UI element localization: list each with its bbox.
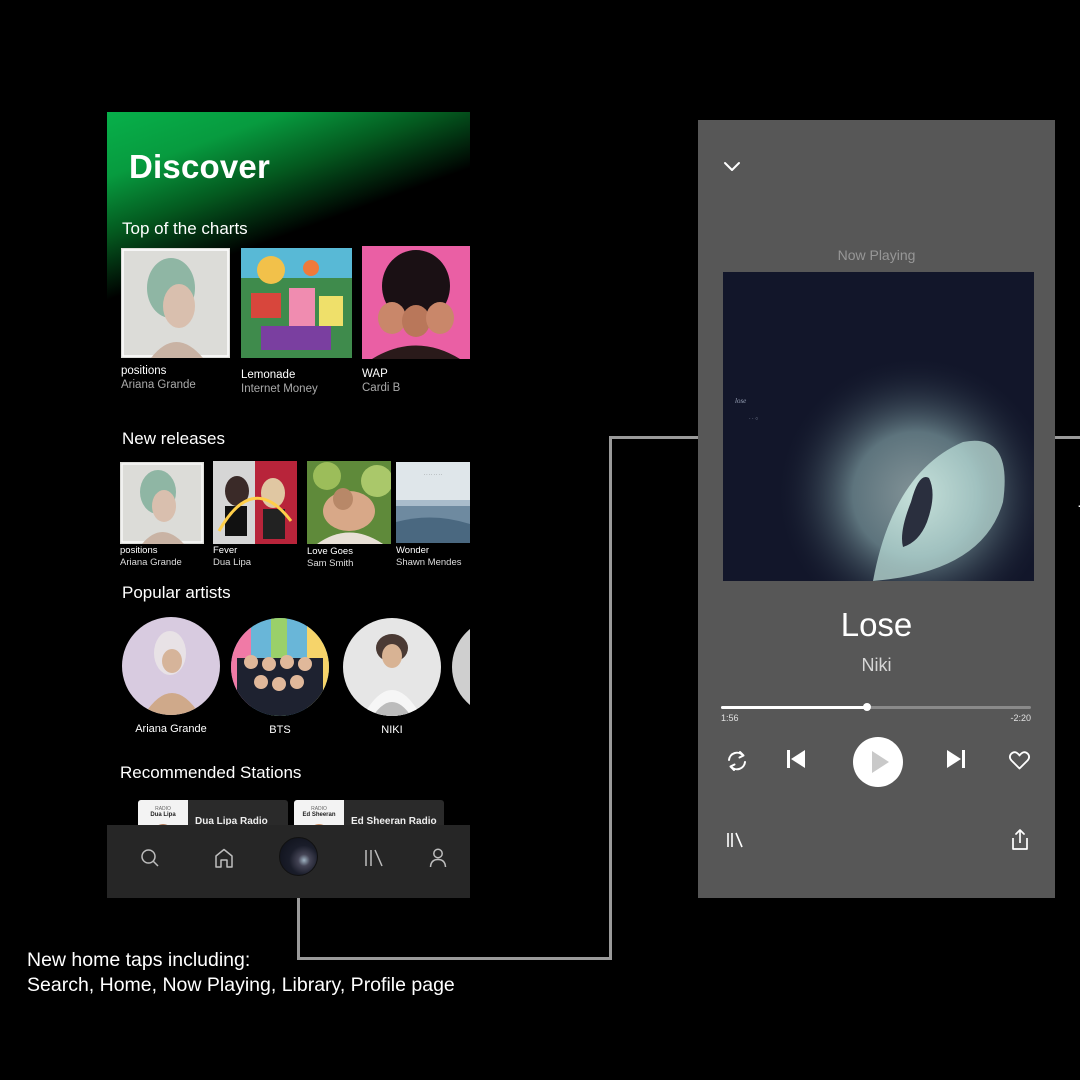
svg-text:· · ○: · · ○: [749, 416, 758, 422]
album-cover-fever[interactable]: [213, 461, 297, 544]
artist-name: T: [441, 724, 470, 736]
album-cover-love-goes[interactable]: [307, 461, 391, 544]
home-icon[interactable]: [211, 845, 237, 871]
elapsed-time: 1:56: [721, 713, 739, 723]
album-artist: Internet Money: [241, 383, 318, 395]
svg-text:· · · · · · · ·: · · · · · · · ·: [424, 472, 442, 477]
album-title: positions: [121, 365, 167, 377]
album-title: Wonder: [396, 545, 430, 556]
artist-avatar-niki[interactable]: [343, 618, 441, 716]
album-artist: Cardi B: [362, 382, 401, 394]
library-icon[interactable]: [361, 845, 387, 871]
remaining-time: -2:20: [1010, 713, 1031, 723]
artist-name: BTS: [269, 724, 291, 736]
album-cover-positions[interactable]: [121, 248, 230, 358]
artist-avatar-bts[interactable]: [231, 618, 329, 716]
album-cover-wonder[interactable]: · · · · · · · ·: [396, 462, 470, 543]
track-artist: Niki: [861, 655, 892, 675]
artist-avatar-ariana-grande[interactable]: [122, 617, 220, 715]
artist-avatar-partial[interactable]: [452, 618, 470, 716]
album-title: WAP: [362, 368, 388, 380]
section-title-popular-artists: Popular artists: [122, 583, 231, 602]
connector-line: [609, 436, 698, 439]
track-title: Lose: [840, 606, 913, 643]
profile-icon[interactable]: [425, 845, 451, 871]
station-thumb-label: Dua Lipa: [150, 812, 176, 818]
album-artist: Ariana Grande: [120, 557, 182, 568]
album-title: Fever: [213, 545, 238, 556]
album-title: Love Goes: [307, 546, 353, 557]
share-icon[interactable]: [1008, 827, 1032, 853]
now-playing-caption: Now Playing: [837, 247, 916, 263]
section-title-recommended-stations: Recommended Stations: [120, 763, 302, 782]
bottom-tab-bar: [107, 825, 470, 898]
library-icon[interactable]: [723, 827, 749, 853]
now-playing-screen: Now Playing lose · · ○ Lose Niki 1:56 -2…: [698, 120, 1055, 898]
now-playing-tab-thumbnail[interactable]: [279, 837, 318, 876]
chevron-down-icon[interactable]: [720, 155, 744, 179]
connector-line: [1055, 436, 1080, 439]
annotation-line: New home taps including:: [27, 949, 251, 971]
section-title-top-charts: Top of the charts: [122, 219, 248, 238]
play-button[interactable]: [853, 737, 903, 787]
section-title-new-releases: New releases: [122, 429, 225, 448]
album-title: Lemonade: [241, 369, 296, 381]
album-art: lose · · ○: [723, 272, 1034, 581]
skip-next-icon[interactable]: [944, 747, 968, 771]
play-icon: [872, 751, 889, 773]
artist-name: NIKI: [381, 724, 403, 736]
skip-previous-icon[interactable]: [784, 747, 808, 771]
album-artist: Ariana Grande: [121, 379, 196, 391]
page-title: Discover: [129, 148, 271, 185]
album-artist: Dua Lipa: [213, 557, 252, 568]
station-thumb-label: Ed Sheeran: [302, 812, 336, 818]
heart-icon[interactable]: [1007, 748, 1032, 772]
album-artist: Sam Smith: [307, 558, 354, 569]
search-icon[interactable]: [137, 845, 163, 871]
progress-fill: [721, 706, 867, 709]
album-artist: Shawn Mendes: [396, 557, 462, 568]
connector-line: [609, 436, 612, 960]
album-cover-lemonade[interactable]: [241, 248, 352, 358]
progress-bar[interactable]: [721, 703, 1031, 711]
album-art-text: lose: [735, 397, 746, 405]
artist-name: Ariana Grande: [135, 723, 207, 735]
annotation-text: New home taps including: Search, Home, N…: [27, 948, 455, 998]
progress-scrubber[interactable]: [862, 703, 871, 711]
repeat-icon[interactable]: [724, 748, 750, 774]
album-cover-wap[interactable]: [362, 246, 470, 359]
album-cover-positions[interactable]: [120, 462, 204, 544]
annotation-line: Search, Home, Now Playing, Library, Prof…: [27, 974, 455, 996]
discover-screen: Discover Top of the charts positions Ari…: [107, 112, 470, 898]
album-title: positions: [120, 545, 158, 556]
